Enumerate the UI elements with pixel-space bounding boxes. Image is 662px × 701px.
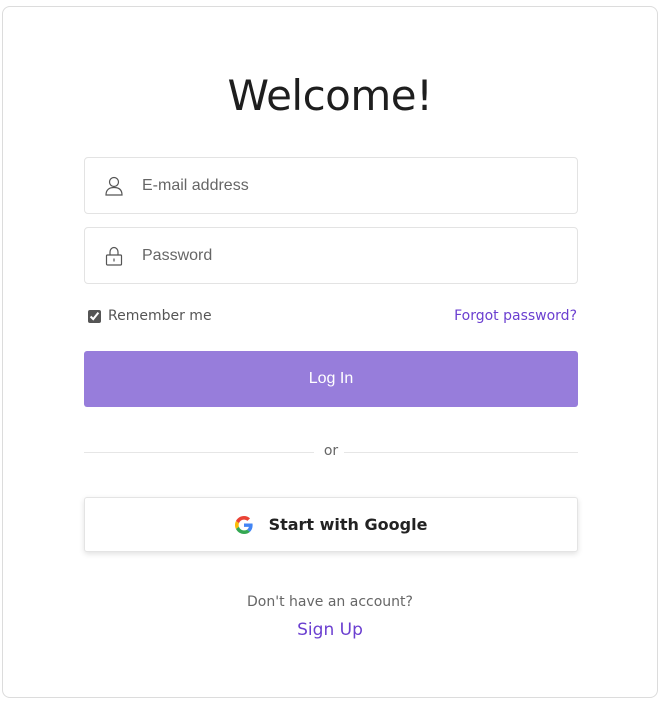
email-input[interactable] — [142, 158, 577, 213]
user-icon — [101, 173, 127, 199]
no-account-text: Don't have an account? — [247, 594, 413, 610]
signup-link[interactable]: Sign Up — [3, 620, 657, 640]
login-card: Welcome! Remember me Forgot password? Lo… — [2, 6, 658, 698]
divider-label: or — [323, 443, 339, 459]
forgot-password-link[interactable]: Forgot password? — [454, 308, 577, 324]
google-button-label: Start with Google — [268, 515, 428, 534]
password-field[interactable] — [84, 227, 578, 284]
google-signin-button[interactable]: Start with Google — [84, 497, 578, 552]
lock-icon — [101, 243, 127, 269]
google-icon — [234, 515, 253, 534]
email-field[interactable] — [84, 157, 578, 214]
login-button[interactable]: Log In — [84, 351, 578, 407]
or-divider: or — [84, 443, 578, 461]
remember-me[interactable]: Remember me — [88, 308, 212, 324]
remember-checkbox[interactable] — [88, 309, 101, 323]
remember-label: Remember me — [108, 308, 212, 324]
password-input[interactable] — [142, 228, 577, 283]
divider-line-right — [344, 452, 578, 453]
page-title: Welcome! — [227, 71, 433, 120]
